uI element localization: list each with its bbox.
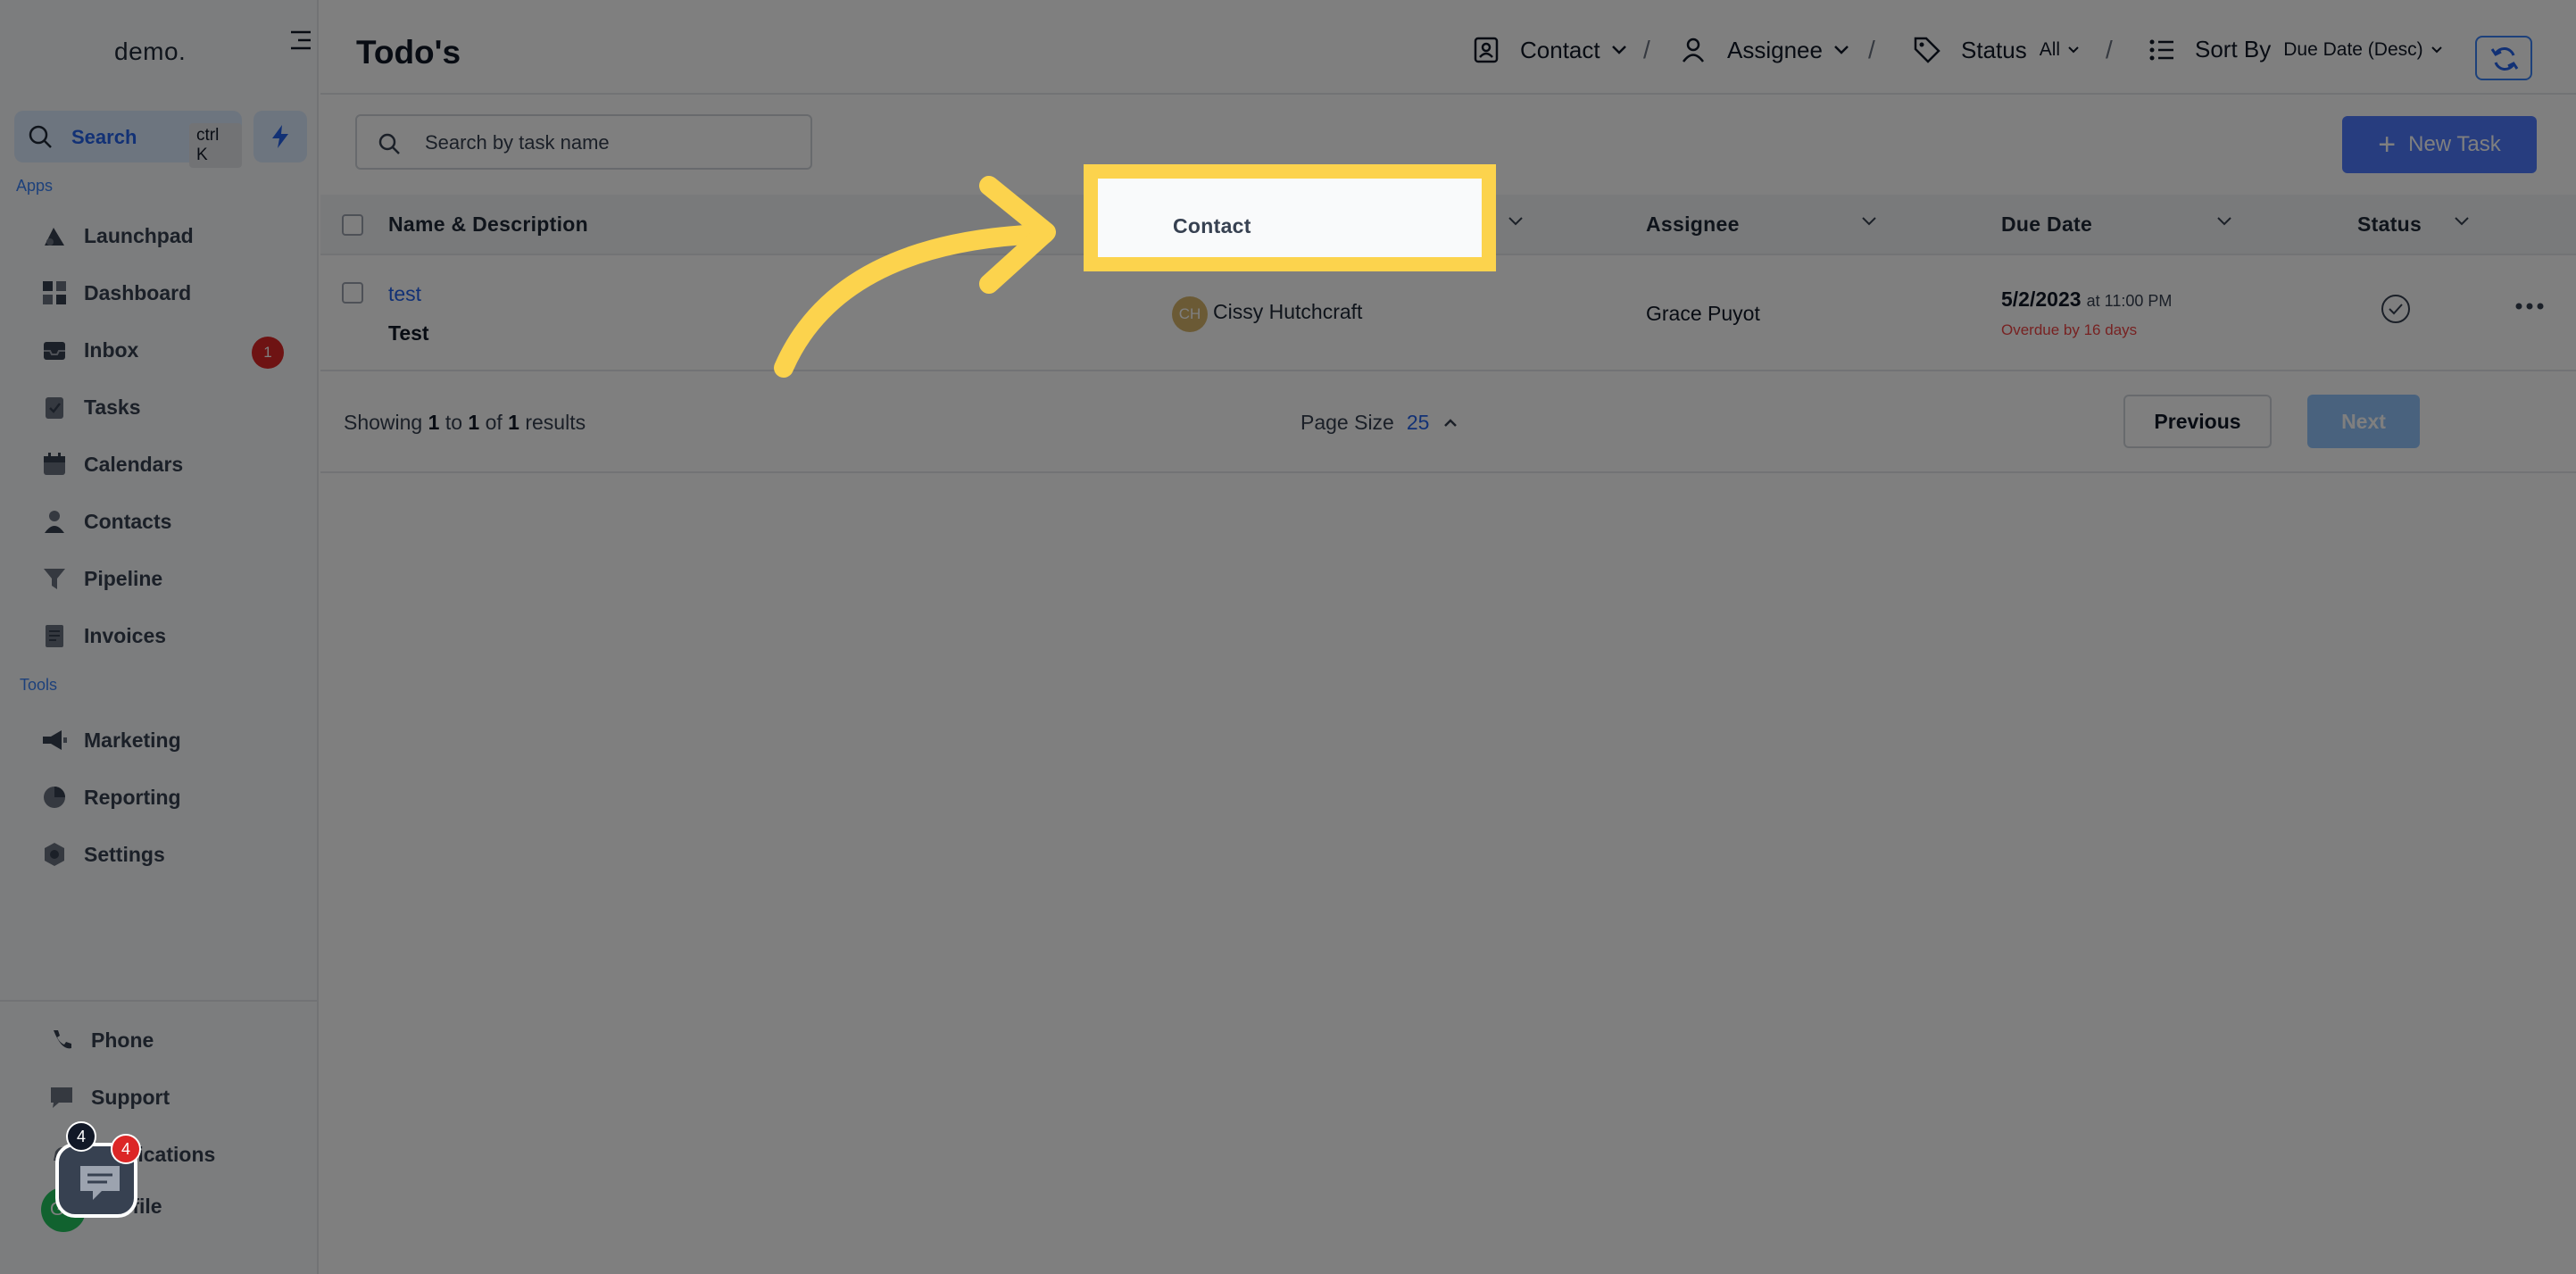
chat-icon	[80, 1166, 120, 1200]
pointer-arrow-icon	[774, 176, 1056, 378]
column-header-contact: Contact	[1173, 214, 1251, 237]
highlighted-contact-column-header[interactable]: Contact	[1084, 164, 1496, 271]
chat-widget-unread-badge: 4	[111, 1134, 141, 1164]
chat-widget-badge: 4	[66, 1121, 96, 1152]
